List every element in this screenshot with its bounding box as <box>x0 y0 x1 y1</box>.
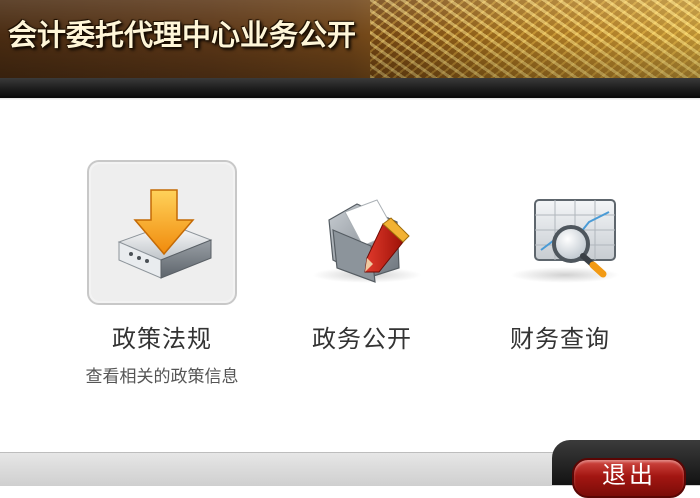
folder-pencil-icon <box>328 199 410 283</box>
menu-item-government-affairs-frame[interactable] <box>287 160 437 305</box>
menu-item-government-affairs-label: 政务公开 <box>312 325 412 353</box>
menu-item-finance-query-label: 财务查询 <box>510 325 610 353</box>
menu-item-policy-label: 政策法规 <box>112 325 212 353</box>
chart-magnifier-icon <box>534 199 616 278</box>
header-divider-bar <box>0 78 700 98</box>
page-title: 会计委托代理中心业务公开 <box>8 18 357 52</box>
menu-item-policy[interactable]: 政策法规 查看相关的政策信息 <box>72 160 252 387</box>
menu-item-policy-frame[interactable] <box>87 160 237 305</box>
menu-item-finance-query-frame[interactable] <box>485 160 635 305</box>
menu-item-government-affairs[interactable]: 政务公开 <box>272 160 452 354</box>
exit-button[interactable]: 退出 <box>572 458 686 498</box>
menu-item-policy-description: 查看相关的政策信息 <box>85 367 239 387</box>
download-drive-icon <box>117 189 213 279</box>
menu-item-finance-query[interactable]: 财务查询 <box>470 160 650 354</box>
header-banner: 会计委托代理中心业务公开 <box>0 0 700 78</box>
